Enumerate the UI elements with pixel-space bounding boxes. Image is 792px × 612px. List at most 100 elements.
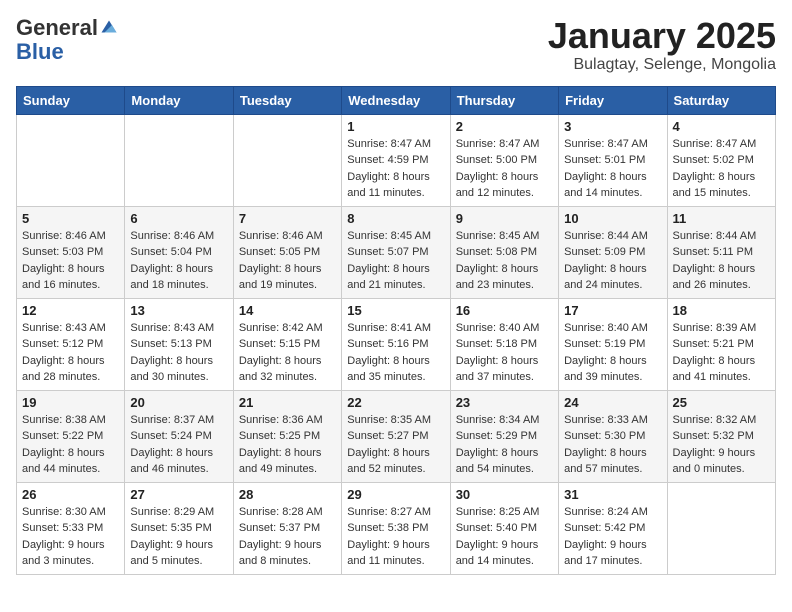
day-number: 12 (22, 303, 119, 318)
calendar-cell: 31 Sunrise: 8:24 AM Sunset: 5:42 PM Dayli… (559, 482, 667, 574)
day-number: 21 (239, 395, 336, 410)
day-number: 20 (130, 395, 227, 410)
day-info: Sunrise: 8:40 AM Sunset: 5:19 PM Dayligh… (564, 320, 661, 386)
calendar-cell (17, 114, 125, 206)
calendar-cell: 4 Sunrise: 8:47 AM Sunset: 5:02 PM Daylig… (667, 114, 775, 206)
day-info: Sunrise: 8:46 AM Sunset: 5:04 PM Dayligh… (130, 228, 227, 294)
day-number: 7 (239, 211, 336, 226)
day-info: Sunrise: 8:42 AM Sunset: 5:15 PM Dayligh… (239, 320, 336, 386)
day-info: Sunrise: 8:47 AM Sunset: 5:01 PM Dayligh… (564, 136, 661, 202)
calendar-cell: 14Sunrise: 8:42 AM Sunset: 5:15 PM Dayli… (233, 298, 341, 390)
calendar-header-row: SundayMondayTuesdayWednesdayThursdayFrid… (17, 86, 776, 114)
day-number: 1 (347, 119, 444, 134)
logo: General Blue (16, 16, 118, 64)
day-info: Sunrise: 8:45 AM Sunset: 5:07 PM Dayligh… (347, 228, 444, 294)
day-info: Sunrise: 8:30 AM Sunset: 5:33 PM Dayligh… (22, 504, 119, 570)
day-info: Sunrise: 8:28 AM Sunset: 5:37 PM Dayligh… (239, 504, 336, 570)
week-row-3: 12Sunrise: 8:43 AM Sunset: 5:12 PM Dayli… (17, 298, 776, 390)
calendar-cell: 3 Sunrise: 8:47 AM Sunset: 5:01 PM Daylig… (559, 114, 667, 206)
calendar-cell: 18Sunrise: 8:39 AM Sunset: 5:21 PM Dayli… (667, 298, 775, 390)
calendar-cell: 11Sunrise: 8:44 AM Sunset: 5:11 PM Dayli… (667, 206, 775, 298)
calendar-cell: 6 Sunrise: 8:46 AM Sunset: 5:04 PM Daylig… (125, 206, 233, 298)
calendar-cell (233, 114, 341, 206)
day-number: 24 (564, 395, 661, 410)
logo-blue: Blue (16, 39, 64, 64)
day-number: 13 (130, 303, 227, 318)
day-number: 5 (22, 211, 119, 226)
calendar-cell: 8 Sunrise: 8:45 AM Sunset: 5:07 PM Daylig… (342, 206, 450, 298)
col-header-monday: Monday (125, 86, 233, 114)
day-number: 16 (456, 303, 553, 318)
calendar-cell: 22Sunrise: 8:35 AM Sunset: 5:27 PM Dayli… (342, 390, 450, 482)
day-number: 2 (456, 119, 553, 134)
calendar-cell: 30Sunrise: 8:25 AM Sunset: 5:40 PM Dayli… (450, 482, 558, 574)
day-number: 19 (22, 395, 119, 410)
calendar-cell: 16 Sunrise: 8:40 AM Sunset: 5:18 PM Dayli… (450, 298, 558, 390)
day-number: 28 (239, 487, 336, 502)
day-number: 31 (564, 487, 661, 502)
col-header-tuesday: Tuesday (233, 86, 341, 114)
day-info: Sunrise: 8:47 AM Sunset: 5:02 PM Dayligh… (673, 136, 770, 202)
day-info: Sunrise: 8:46 AM Sunset: 5:03 PM Dayligh… (22, 228, 119, 294)
week-row-1: 1 Sunrise: 8:47 AM Sunset: 4:59 PM Daylig… (17, 114, 776, 206)
calendar-cell: 26 Sunrise: 8:30 AM Sunset: 5:33 PM Dayli… (17, 482, 125, 574)
day-info: Sunrise: 8:34 AM Sunset: 5:29 PM Dayligh… (456, 412, 553, 478)
day-number: 26 (22, 487, 119, 502)
title-block: January 2025 Bulagtay, Selenge, Mongolia (548, 16, 776, 74)
day-number: 6 (130, 211, 227, 226)
calendar-cell: 2 Sunrise: 8:47 AM Sunset: 5:00 PM Daylig… (450, 114, 558, 206)
day-info: Sunrise: 8:38 AM Sunset: 5:22 PM Dayligh… (22, 412, 119, 478)
calendar-cell: 23 Sunrise: 8:34 AM Sunset: 5:29 PM Dayli… (450, 390, 558, 482)
col-header-friday: Friday (559, 86, 667, 114)
col-header-saturday: Saturday (667, 86, 775, 114)
day-number: 8 (347, 211, 444, 226)
day-number: 3 (564, 119, 661, 134)
day-info: Sunrise: 8:33 AM Sunset: 5:30 PM Dayligh… (564, 412, 661, 478)
day-number: 10 (564, 211, 661, 226)
calendar-cell: 5 Sunrise: 8:46 AM Sunset: 5:03 PM Daylig… (17, 206, 125, 298)
calendar-cell: 13Sunrise: 8:43 AM Sunset: 5:13 PM Dayli… (125, 298, 233, 390)
day-number: 25 (673, 395, 770, 410)
calendar-cell: 1 Sunrise: 8:47 AM Sunset: 4:59 PM Daylig… (342, 114, 450, 206)
calendar-cell: 20Sunrise: 8:37 AM Sunset: 5:24 PM Dayli… (125, 390, 233, 482)
day-info: Sunrise: 8:47 AM Sunset: 4:59 PM Dayligh… (347, 136, 444, 202)
col-header-thursday: Thursday (450, 86, 558, 114)
calendar-cell: 10 Sunrise: 8:44 AM Sunset: 5:09 PM Dayli… (559, 206, 667, 298)
day-number: 29 (347, 487, 444, 502)
day-info: Sunrise: 8:29 AM Sunset: 5:35 PM Dayligh… (130, 504, 227, 570)
day-info: Sunrise: 8:36 AM Sunset: 5:25 PM Dayligh… (239, 412, 336, 478)
day-info: Sunrise: 8:24 AM Sunset: 5:42 PM Dayligh… (564, 504, 661, 570)
day-info: Sunrise: 8:41 AM Sunset: 5:16 PM Dayligh… (347, 320, 444, 386)
calendar-cell: 27 Sunrise: 8:29 AM Sunset: 5:35 PM Dayli… (125, 482, 233, 574)
day-number: 4 (673, 119, 770, 134)
col-header-sunday: Sunday (17, 86, 125, 114)
calendar-cell: 19 Sunrise: 8:38 AM Sunset: 5:22 PM Dayli… (17, 390, 125, 482)
day-info: Sunrise: 8:40 AM Sunset: 5:18 PM Dayligh… (456, 320, 553, 386)
day-number: 27 (130, 487, 227, 502)
week-row-2: 5 Sunrise: 8:46 AM Sunset: 5:03 PM Daylig… (17, 206, 776, 298)
day-info: Sunrise: 8:44 AM Sunset: 5:11 PM Dayligh… (673, 228, 770, 294)
calendar-cell: 7 Sunrise: 8:46 AM Sunset: 5:05 PM Daylig… (233, 206, 341, 298)
day-number: 23 (456, 395, 553, 410)
day-number: 30 (456, 487, 553, 502)
calendar-cell: 25Sunrise: 8:32 AM Sunset: 5:32 PM Dayli… (667, 390, 775, 482)
calendar-cell (667, 482, 775, 574)
calendar-cell: 15 Sunrise: 8:41 AM Sunset: 5:16 PM Dayli… (342, 298, 450, 390)
month-title: January 2025 (548, 16, 776, 56)
day-info: Sunrise: 8:46 AM Sunset: 5:05 PM Dayligh… (239, 228, 336, 294)
day-info: Sunrise: 8:44 AM Sunset: 5:09 PM Dayligh… (564, 228, 661, 294)
week-row-4: 19 Sunrise: 8:38 AM Sunset: 5:22 PM Dayli… (17, 390, 776, 482)
calendar-cell (125, 114, 233, 206)
calendar-cell: 24 Sunrise: 8:33 AM Sunset: 5:30 PM Dayli… (559, 390, 667, 482)
calendar-cell: 17Sunrise: 8:40 AM Sunset: 5:19 PM Dayli… (559, 298, 667, 390)
day-number: 15 (347, 303, 444, 318)
day-info: Sunrise: 8:47 AM Sunset: 5:00 PM Dayligh… (456, 136, 553, 202)
col-header-wednesday: Wednesday (342, 86, 450, 114)
logo-general: General (16, 16, 98, 40)
day-info: Sunrise: 8:35 AM Sunset: 5:27 PM Dayligh… (347, 412, 444, 478)
day-info: Sunrise: 8:39 AM Sunset: 5:21 PM Dayligh… (673, 320, 770, 386)
day-info: Sunrise: 8:45 AM Sunset: 5:08 PM Dayligh… (456, 228, 553, 294)
page-header: General Blue January 2025 Bulagtay, Sele… (16, 16, 776, 74)
week-row-5: 26 Sunrise: 8:30 AM Sunset: 5:33 PM Dayli… (17, 482, 776, 574)
location: Bulagtay, Selenge, Mongolia (548, 56, 776, 74)
